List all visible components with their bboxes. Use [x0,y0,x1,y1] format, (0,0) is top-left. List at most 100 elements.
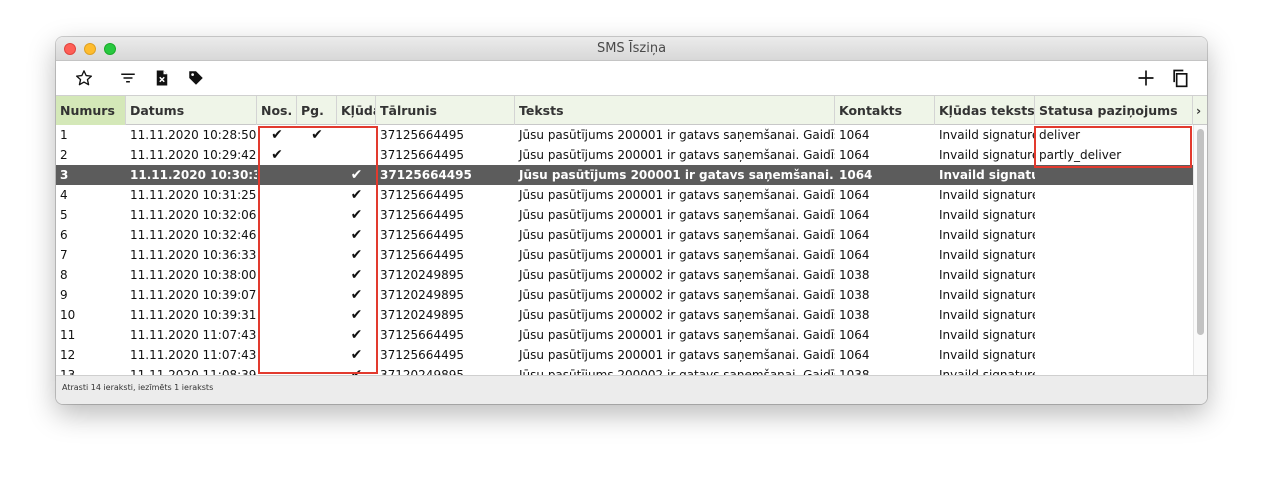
cell-kluda: ✔ [350,187,363,203]
cell-kluda: ✔ [350,307,363,323]
table-row[interactable]: 3 11.11.2020 10:30:34 ✔ 37125664495 Jūsu pas… [56,165,1193,185]
cell-teksts: Jūsu pasūtījums 200002 ir gatavs saņemša… [519,368,835,375]
column-header-datums[interactable]: Datums [126,96,257,125]
cell-numurs: 8 [60,268,68,282]
table-row[interactable]: 4 11.11.2020 10:31:25 ✔ 37125664495 Jūsu pas… [56,185,1193,205]
column-header-numurs[interactable]: Numurs [56,96,126,125]
table-row[interactable]: 5 11.11.2020 10:32:06 ✔ 37125664495 Jūsu pas… [56,205,1193,225]
cell-statusa-pazinojums [1035,165,1193,185]
cell-statusa-pazinojums [1035,345,1193,365]
cell-nos [257,205,297,225]
table-row[interactable]: 6 11.11.2020 10:32:46 ✔ 37125664495 Jūsu pas… [56,225,1193,245]
cell-nos [257,365,297,375]
cell-talrunis: 37125664495 [380,128,464,142]
column-header-nos[interactable]: Nos. [257,96,297,125]
add-icon[interactable] [1135,67,1157,89]
cell-statusa-pazinojums [1035,225,1193,245]
cell-kontakts: 1064 [839,128,870,142]
cell-kontakts: 1064 [839,328,870,342]
cell-talrunis: 37125664495 [380,228,464,242]
table-row[interactable]: 11 11.11.2020 11:07:43 ✔ 37125664495 Jūsu pa… [56,325,1193,345]
cell-kludas-teksts: Invaild signature [939,188,1035,202]
column-header-kluda[interactable]: Kļūda [337,96,376,125]
cell-pg [297,325,337,345]
cell-numurs: 3 [60,168,69,182]
window-title: SMS Īsziņa [596,41,667,56]
cell-kludas-teksts: Invaild signature [939,148,1035,162]
cell-nos [257,265,297,285]
cell-nos [257,325,297,345]
column-header-pg[interactable]: Pg. [297,96,337,125]
duplicate-icon[interactable] [1169,67,1191,89]
cell-datums: 11.11.2020 11:08:39 [130,368,257,375]
cell-datums: 11.11.2020 10:39:31 [130,308,257,322]
column-header-kontakts[interactable]: Kontakts [835,96,935,125]
cell-pg [297,185,337,205]
table-row[interactable]: 1 11.11.2020 10:28:50 ✔ ✔ 37125664495 Jūsu pa… [56,125,1193,145]
column-header-statusa-pazinojums[interactable]: Statusa paziņojums [1035,96,1193,125]
cell-pg [297,305,337,325]
cell-talrunis: 37120249895 [380,288,464,302]
cell-kontakts: 1064 [839,188,870,202]
cell-kludas-teksts: Invaild signature [939,208,1035,222]
cell-kluda: ✔ [350,247,363,263]
cell-kluda: ✔ [350,207,363,223]
cell-kludas-teksts: Invaild signature [939,308,1035,322]
cell-kludas-teksts: Invaild signature [939,248,1035,262]
cell-kontakts: 1064 [839,148,870,162]
cell-pg [297,165,337,185]
star-icon[interactable] [73,67,95,89]
table-row[interactable]: 10 11.11.2020 10:39:31 ✔ 37120249895 Jūsu pa… [56,305,1193,325]
cell-datums: 11.11.2020 10:28:50 [130,128,257,142]
cell-teksts: Jūsu pasūtījums 200002 ir gatavs saņemša… [519,288,835,302]
title-bar[interactable]: SMS Īsziņa [56,37,1207,61]
cell-statusa-pazinojums [1035,325,1193,345]
cell-statusa-pazinojums [1035,245,1193,265]
cell-teksts: Jūsu pasūtījums 200001 ir gatavs saņemša… [519,188,835,202]
cell-datums: 11.11.2020 10:39:07 [130,288,257,302]
cell-pg [297,225,337,245]
table-row[interactable]: 12 11.11.2020 11:07:43 ✔ 37125664495 Jūsu pa… [56,345,1193,365]
cell-numurs: 9 [60,288,68,302]
cell-numurs: 1 [60,128,68,142]
more-columns-icon[interactable]: › [1193,96,1207,125]
vertical-scrollbar[interactable] [1193,125,1207,375]
cell-kludas-teksts: Invaild signature [939,368,1035,375]
table-row[interactable]: 8 11.11.2020 10:38:00 ✔ 37120249895 Jūsu pas… [56,265,1193,285]
filter-icon[interactable] [117,67,139,89]
cell-nos: ✔ [271,127,283,143]
toolbar [56,61,1207,95]
cell-kontakts: 1038 [839,288,870,302]
cell-datums: 11.11.2020 10:30:34 [130,168,257,182]
scrollbar-thumb[interactable] [1197,129,1204,335]
column-header-kludas-teksts[interactable]: Kļūdas teksts [935,96,1035,125]
cell-talrunis: 37125664495 [380,208,464,222]
table-row[interactable]: 2 11.11.2020 10:29:42 ✔ 37125664495 Jūsu pas… [56,145,1193,165]
status-bar: Atrasti 14 ieraksti, iezīmēts 1 ieraksts [56,375,1207,404]
cell-datums: 11.11.2020 11:07:43 [130,328,257,342]
cell-teksts: Jūsu pasūtījums 200001 ir gatavs saņemša… [519,128,835,142]
cell-numurs: 4 [60,188,68,202]
messages-table: NumursDatumsNos.Pg.KļūdaTālrunisTekstsKo… [56,95,1207,375]
table-row[interactable]: 7 11.11.2020 10:36:33 ✔ 37125664495 Jūsu pas… [56,245,1193,265]
cell-pg [297,245,337,265]
table-row[interactable]: 9 11.11.2020 10:39:07 ✔ 37120249895 Jūsu pas… [56,285,1193,305]
cell-pg: ✔ [311,127,323,143]
cell-kluda: ✔ [350,227,363,243]
cell-numurs: 5 [60,208,68,222]
cell-kontakts: 1038 [839,268,870,282]
cell-talrunis: 37125664495 [380,188,464,202]
cell-kludas-teksts: Invaild signature [939,168,1035,182]
cell-talrunis: 37125664495 [380,148,464,162]
column-header-talrunis[interactable]: Tālrunis [376,96,515,125]
cell-teksts: Jūsu pasūtījums 200002 ir gatavs saņemša… [519,268,835,282]
table-row[interactable]: 13 11.11.2020 11:08:39 ✔ 37120249895 Jūsu pa… [56,365,1193,375]
cell-kluda: ✔ [350,347,363,363]
cell-kontakts: 1064 [839,228,870,242]
cell-numurs: 11 [60,328,76,342]
tag-icon[interactable] [185,67,207,89]
cell-nos [257,285,297,305]
export-document-icon[interactable] [151,67,173,89]
cell-teksts: Jūsu pasūtījums 200001 ir gatavs saņemša… [519,208,835,222]
column-header-teksts[interactable]: Teksts [515,96,835,125]
